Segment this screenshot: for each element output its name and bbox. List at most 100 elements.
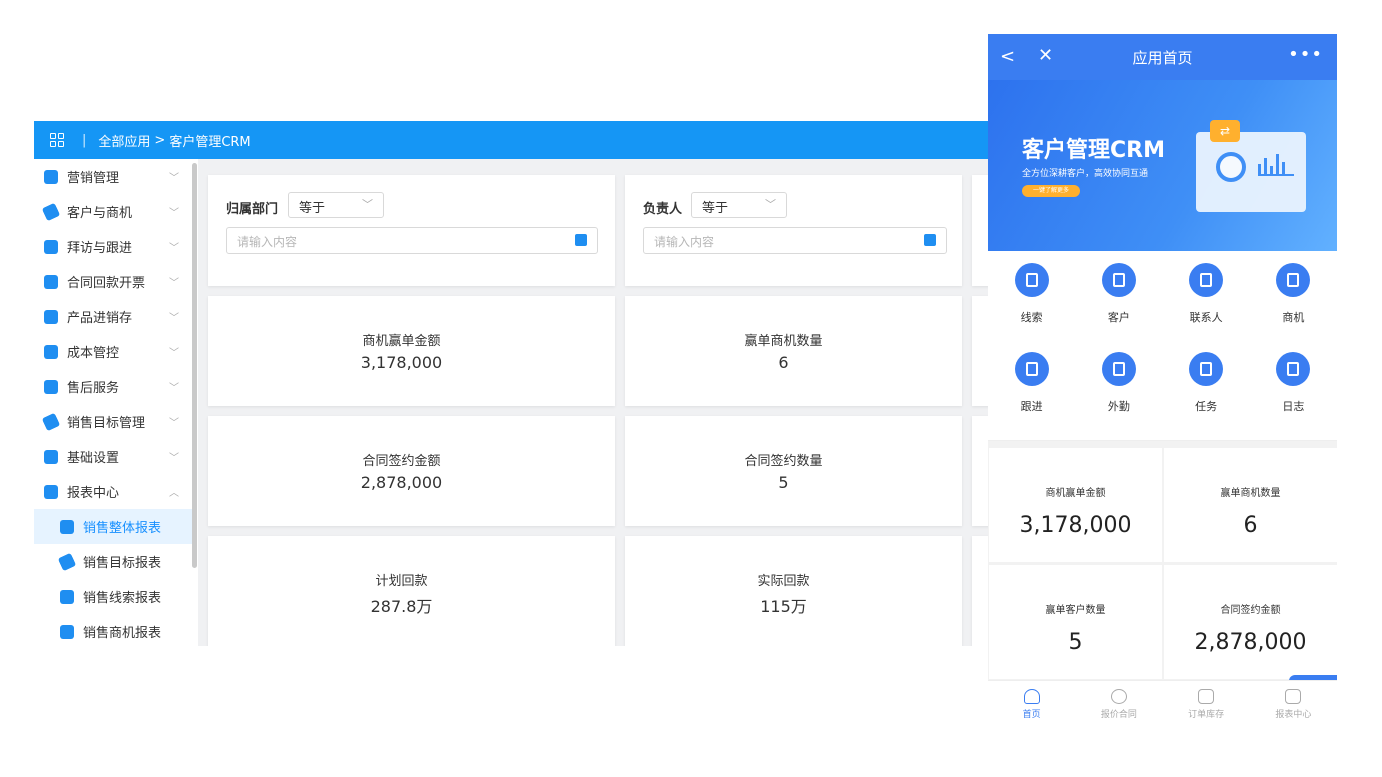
tab-label: 报表中心	[1275, 710, 1312, 720]
trophy-icon	[1276, 263, 1311, 297]
separator: |	[82, 132, 87, 148]
more-icon[interactable]: •••	[1288, 44, 1323, 65]
chevron-up-icon: ︿	[169, 488, 179, 499]
sidebar-item-inventory[interactable]: 产品进销存 ﹀	[34, 299, 197, 334]
sidebar-item-label: 报表中心	[67, 486, 120, 501]
app-leads[interactable]: 线索	[988, 263, 1075, 352]
sidebar-item-label: 拜访与跟进	[67, 241, 133, 256]
tab-home[interactable]: 首页	[988, 681, 1075, 740]
stat-card: 合同签约金额 2,878,000	[1164, 565, 1337, 679]
chevron-down-icon: ﹀	[169, 348, 179, 359]
chevron-down-icon: ﹀	[169, 173, 179, 184]
apps-grid-icon[interactable]	[50, 133, 64, 147]
wallet-icon	[44, 344, 58, 359]
metric-title: 合同签约数量	[744, 454, 823, 469]
handshake-icon	[1014, 263, 1049, 297]
app-opportunities[interactable]: 商机	[1250, 263, 1337, 352]
sidebar-subitem-lead-report[interactable]: 销售线索报表	[34, 579, 197, 614]
owner-input[interactable]: 请输入内容	[643, 227, 947, 254]
sidebar-item-contracts[interactable]: 合同回款开票 ﹀	[34, 264, 197, 299]
breadcrumb-arrow: >	[154, 132, 166, 148]
sidebar-item-reports[interactable]: 报表中心 ︿	[34, 474, 197, 509]
sidebar-item-visits[interactable]: 拜访与跟进 ﹀	[34, 229, 197, 264]
send-icon	[41, 412, 61, 431]
app-label: 客户	[1107, 311, 1130, 324]
stat-card: 赢单客户数量 5	[989, 565, 1162, 679]
sidebar-subitem-opportunity-report[interactable]: 销售商机报表	[34, 614, 197, 646]
app-followup[interactable]: 跟进	[988, 351, 1075, 441]
chevron-down-icon: ﹀	[169, 208, 179, 219]
sidebar-item-customers[interactable]: 客户与商机 ﹀	[34, 194, 197, 229]
customer-icon	[1101, 263, 1136, 297]
sidebar-item-label: 销售目标管理	[67, 416, 146, 431]
stat-title: 赢单商机数量	[1220, 488, 1281, 499]
operator-value: 等于	[299, 201, 326, 216]
sidebar-item-label: 售后服务	[67, 381, 120, 396]
sidebar-subitem-overall-report[interactable]: 销售整体报表	[34, 509, 197, 544]
sidebar-item-label: 客户与商机	[67, 206, 133, 221]
app-logs[interactable]: 日志	[1250, 351, 1337, 441]
metric-value: 287.8万	[370, 597, 433, 616]
banner-subtitle: 全方位深耕客户，高效协同互通	[1022, 169, 1149, 179]
crm-banner[interactable]: 客户管理CRM 全方位深耕客户，高效协同互通 一键了解更多 ⇄	[988, 80, 1337, 251]
sidebar-item-cost[interactable]: 成本管控 ﹀	[34, 334, 197, 369]
chevron-down-icon: ﹀	[169, 453, 179, 464]
metric-title: 合同签约金额	[362, 454, 441, 469]
app-field[interactable]: 外勤	[1075, 351, 1162, 441]
department-input[interactable]: 请输入内容	[226, 227, 598, 254]
user-icon[interactable]	[924, 234, 936, 246]
metric-card: 实际回款 115万	[625, 536, 962, 646]
grid-icon	[44, 449, 58, 464]
filter-label: 归属部门	[226, 202, 279, 217]
sidebar-item-settings[interactable]: 基础设置 ﹀	[34, 439, 197, 474]
input-placeholder: 请输入内容	[654, 235, 715, 249]
sidebar-item-label: 销售线索报表	[83, 591, 162, 606]
sidebar-item-label: 产品进销存	[67, 311, 133, 326]
tab-reports[interactable]: 报表中心	[1250, 681, 1337, 740]
banner-button[interactable]: 一键了解更多	[1022, 185, 1080, 197]
home-icon	[1023, 689, 1040, 704]
metric-value: 5	[778, 473, 789, 492]
operator-select[interactable]: 等于 ﹀	[288, 192, 384, 218]
metric-card: 赢单商机数量 6	[625, 296, 962, 406]
app-tasks[interactable]: 任务	[1163, 351, 1250, 441]
app-label: 任务	[1195, 399, 1218, 413]
chevron-down-icon: ﹀	[362, 198, 373, 211]
sidebar-item-label: 销售目标报表	[83, 556, 162, 571]
operator-select[interactable]: 等于 ﹀	[691, 192, 787, 218]
stat-title: 合同签约金额	[1220, 605, 1281, 616]
app-contacts[interactable]: 联系人	[1163, 263, 1250, 352]
sidebar-item-label: 销售整体报表	[83, 521, 162, 536]
stat-card: 商机赢单金额 3,178,000	[989, 448, 1162, 562]
yen-icon	[60, 624, 74, 639]
sidebar-item-service[interactable]: 售后服务 ﹀	[34, 369, 197, 404]
sidebar-item-label: 成本管控	[67, 346, 120, 361]
link-icon: ⇄	[1210, 120, 1240, 142]
app-label: 商机	[1282, 311, 1305, 324]
metric-card: 合同签约金额 2,878,000	[208, 416, 615, 526]
tab-orders-inventory[interactable]: 订单库存	[1163, 681, 1250, 740]
app-customers[interactable]: 客户	[1075, 263, 1162, 352]
stat-value: 5	[1068, 630, 1083, 655]
metric-value: 2,878,000	[360, 473, 443, 492]
pie-icon	[44, 484, 58, 499]
stat-card: 赢单商机数量 6	[1164, 448, 1337, 562]
chevron-down-icon: ﹀	[169, 313, 179, 324]
breadcrumb-all-apps[interactable]: 全部应用	[98, 131, 150, 150]
stat-value: 2,878,000	[1194, 630, 1307, 655]
metric-title: 计划回款	[375, 574, 428, 589]
org-tree-icon[interactable]	[575, 234, 587, 246]
sidebar-scrollbar[interactable]	[192, 163, 197, 568]
tab-quotes-contracts[interactable]: 报价合同	[1075, 681, 1162, 740]
visitor-icon	[44, 239, 58, 254]
input-placeholder: 请输入内容	[237, 235, 298, 249]
coins-icon	[44, 274, 58, 289]
sidebar-item-marketing[interactable]: 营销管理 ﹀	[34, 159, 197, 194]
banner-illustration	[1196, 132, 1306, 212]
sidebar-item-label: 基础设置	[67, 451, 120, 466]
metric-value: 6	[778, 353, 789, 372]
user-icon	[44, 379, 58, 394]
sidebar-item-sales-targets[interactable]: 销售目标管理 ﹀	[34, 404, 197, 439]
sidebar-subitem-target-report[interactable]: 销售目标报表	[34, 544, 197, 579]
document-icon	[1014, 351, 1049, 386]
